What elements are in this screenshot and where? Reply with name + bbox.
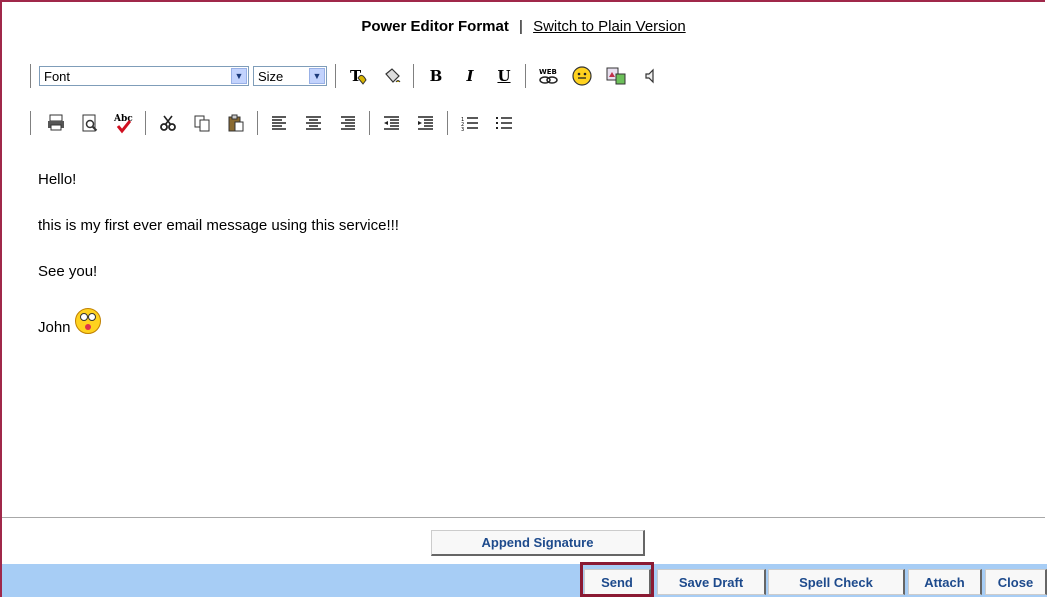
bulleted-list-icon: [496, 117, 512, 129]
print-button[interactable]: [45, 112, 67, 134]
save-draft-button[interactable]: Save Draft: [657, 569, 766, 595]
toolbar-separator: [413, 64, 415, 88]
insert-sound-button[interactable]: [639, 65, 661, 87]
insert-image-button[interactable]: [605, 65, 627, 87]
switch-to-plain-link[interactable]: Switch to Plain Version: [533, 18, 686, 35]
print-preview-icon: [82, 114, 98, 132]
spellcheck-toolbar-button[interactable]: Abc: [113, 112, 135, 134]
font-select-label: Font: [44, 68, 71, 84]
size-select[interactable]: Size ▼: [253, 66, 327, 86]
font-select[interactable]: Font ▼: [39, 66, 249, 86]
svg-text:WEB: WEB: [539, 68, 557, 76]
align-right-icon: [341, 116, 355, 130]
svg-text:3: 3: [461, 127, 464, 131]
append-signature-button[interactable]: Append Signature: [431, 530, 645, 556]
paste-button[interactable]: [225, 112, 247, 134]
chevron-down-icon: ▼: [309, 68, 325, 84]
italic-button[interactable]: I: [459, 65, 481, 87]
numbered-list-button[interactable]: 123: [459, 112, 481, 134]
send-highlight-box: [580, 562, 654, 597]
align-left-icon: [272, 116, 286, 130]
size-select-label: Size: [258, 68, 284, 84]
web-link-icon: WEB: [539, 68, 558, 84]
print-preview-button[interactable]: [79, 112, 101, 134]
indent-icon: [418, 116, 433, 130]
numbered-list-icon: 123: [461, 117, 478, 131]
toolbar-row-editing: Abc 123: [30, 110, 521, 136]
attach-button[interactable]: Attach: [908, 569, 982, 595]
toolbar-row-formatting: Font ▼ Size ▼ T B I U WEB: [30, 63, 667, 89]
body-line: John: [38, 319, 71, 336]
insert-emoticon-button[interactable]: [571, 65, 593, 87]
copy-icon: [194, 115, 210, 132]
message-body[interactable]: Hello! this is my first ever email messa…: [38, 170, 399, 337]
tongue-smiley-icon: [74, 308, 101, 334]
header-separator: |: [519, 18, 523, 35]
spellcheck-icon: Abc: [113, 114, 133, 134]
align-center-button[interactable]: [303, 112, 325, 134]
align-center-icon: [306, 116, 321, 130]
highlight-color-button[interactable]: [381, 65, 403, 87]
toolbar-separator: [257, 111, 259, 135]
underline-button[interactable]: U: [493, 65, 515, 87]
scissors-icon: [160, 115, 176, 131]
spell-check-button[interactable]: Spell Check: [768, 569, 905, 595]
printer-icon: [48, 114, 64, 131]
body-line: this is my first ever email message usin…: [38, 217, 399, 234]
indent-button[interactable]: [415, 112, 437, 134]
cut-button[interactable]: [157, 112, 179, 134]
paint-bucket-icon: [385, 68, 401, 83]
toolbar-separator: [525, 64, 527, 88]
toolbar-separator: [447, 111, 449, 135]
body-line: See you!: [38, 263, 98, 280]
outdent-button[interactable]: [381, 112, 403, 134]
divider: [2, 517, 1045, 518]
text-color-button[interactable]: T: [347, 65, 369, 87]
copy-button[interactable]: [191, 112, 213, 134]
insert-link-button[interactable]: WEB: [537, 65, 559, 87]
toolbar-grip: [30, 64, 33, 88]
toolbar-separator: [369, 111, 371, 135]
chevron-down-icon: ▼: [231, 68, 247, 84]
text-color-icon: T: [350, 67, 367, 85]
speaker-icon: [645, 68, 654, 84]
align-right-button[interactable]: [337, 112, 359, 134]
bold-button[interactable]: B: [425, 65, 447, 87]
bulleted-list-button[interactable]: [493, 112, 515, 134]
editor-header: Power Editor Format | Switch to Plain Ve…: [0, 18, 1047, 35]
toolbar-separator: [335, 64, 337, 88]
align-left-button[interactable]: [269, 112, 291, 134]
outdent-icon: [384, 116, 399, 130]
body-line: Hello!: [38, 171, 77, 188]
paste-icon: [228, 114, 244, 132]
editor-format-title: Power Editor Format: [361, 18, 509, 35]
close-button[interactable]: Close: [985, 569, 1047, 595]
smiley-icon: [572, 66, 592, 86]
image-icon: [606, 67, 626, 85]
toolbar-grip: [30, 111, 33, 135]
toolbar-separator: [145, 111, 147, 135]
